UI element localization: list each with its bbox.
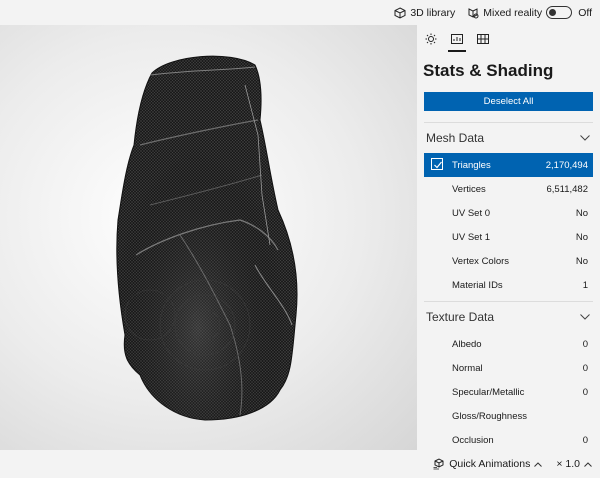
mixed-reality-toggle[interactable]: [546, 6, 573, 19]
mixed-reality-button[interactable]: Mixed reality: [467, 7, 542, 19]
stat-row-uv-set-1[interactable]: UV Set 1 No: [417, 225, 600, 249]
mixed-reality-icon: [468, 7, 479, 18]
animation-speed-label: × 1.0: [556, 458, 580, 470]
cube-icon: [394, 6, 406, 19]
stat-row-vertex-colors[interactable]: Vertex Colors No: [417, 249, 600, 273]
deselect-all-button[interactable]: Deselect All: [424, 92, 593, 111]
mesh-data-label: Mesh Data: [426, 131, 485, 145]
stat-value: 0: [582, 362, 588, 374]
chevron-down-icon: [580, 314, 590, 320]
3d-library-label: 3D library: [410, 6, 456, 19]
chevron-down-icon: [580, 135, 590, 141]
stat-value: No: [575, 255, 588, 267]
stat-row-occlusion[interactable]: Occlusion 0: [417, 428, 600, 450]
stat-row-uv-set-0[interactable]: UV Set 0 No: [417, 201, 600, 225]
tab-lighting[interactable]: [424, 32, 438, 46]
stat-row-specular-metallic[interactable]: Specular/Metallic 0: [417, 380, 600, 404]
stat-row-material-ids[interactable]: Material IDs 1: [417, 273, 600, 297]
stat-value: 0: [582, 434, 588, 446]
quick-animations-label: Quick Animations: [449, 458, 531, 470]
animation-icon: [433, 458, 444, 470]
checkbox[interactable]: [431, 158, 443, 170]
stats-icon: [451, 34, 463, 44]
stat-label: UV Set 0: [452, 207, 491, 219]
stat-label: Vertices: [452, 183, 486, 195]
texture-data-header[interactable]: Texture Data: [417, 302, 600, 332]
stat-value: No: [575, 207, 588, 219]
3d-library-button[interactable]: 3D library: [394, 7, 455, 19]
tab-grid[interactable]: [476, 32, 490, 46]
stat-value: No: [575, 231, 588, 243]
stat-label: Material IDs: [452, 279, 503, 291]
stat-value: 2,170,494: [545, 159, 588, 171]
stat-value: 6,511,482: [546, 183, 588, 195]
sun-icon: [425, 33, 437, 45]
3d-viewport[interactable]: [0, 25, 417, 450]
top-bar: 3D library Mixed reality Off: [0, 0, 600, 25]
texture-data-label: Texture Data: [426, 310, 495, 324]
stat-label: Normal: [452, 362, 483, 374]
stat-row-gloss-roughness[interactable]: Gloss/Roughness: [417, 404, 600, 428]
check-icon: [434, 161, 442, 169]
bottom-bar: Quick Animations × 1.0: [0, 450, 600, 478]
stat-label: Occlusion: [452, 434, 494, 446]
3d-model[interactable]: [0, 25, 417, 450]
panel-tabs: [417, 25, 600, 53]
stat-label: Gloss/Roughness: [452, 410, 527, 422]
animation-speed-button[interactable]: × 1.0: [556, 458, 592, 470]
panel-title: Stats & Shading: [423, 61, 554, 80]
side-panel: Stats & Shading Deselect All Mesh Data T…: [417, 25, 600, 450]
mixed-reality-label: Mixed reality: [483, 6, 543, 19]
stat-label: Vertex Colors: [452, 255, 510, 267]
stat-row-albedo[interactable]: Albedo 0: [417, 332, 600, 356]
quick-animations-button[interactable]: Quick Animations: [433, 458, 543, 470]
mesh-data-header[interactable]: Mesh Data: [417, 123, 600, 153]
stat-label: UV Set 1: [452, 231, 491, 243]
stat-value: 1: [582, 279, 588, 291]
tab-stats[interactable]: [448, 32, 466, 52]
grid-icon: [477, 34, 489, 44]
stat-row-triangles[interactable]: Triangles 2,170,494: [424, 153, 593, 177]
chevron-up-icon[interactable]: [534, 461, 543, 467]
stat-label: Triangles: [452, 159, 491, 171]
stat-label: Albedo: [452, 338, 482, 350]
chevron-up-icon[interactable]: [584, 461, 592, 467]
stat-value: 0: [582, 338, 588, 350]
stat-label: Specular/Metallic: [452, 386, 525, 398]
stat-value: 0: [582, 386, 588, 398]
stat-row-normal[interactable]: Normal 0: [417, 356, 600, 380]
stat-row-vertices[interactable]: Vertices 6,511,482: [417, 177, 600, 201]
toggle-state-label: Off: [578, 6, 592, 19]
